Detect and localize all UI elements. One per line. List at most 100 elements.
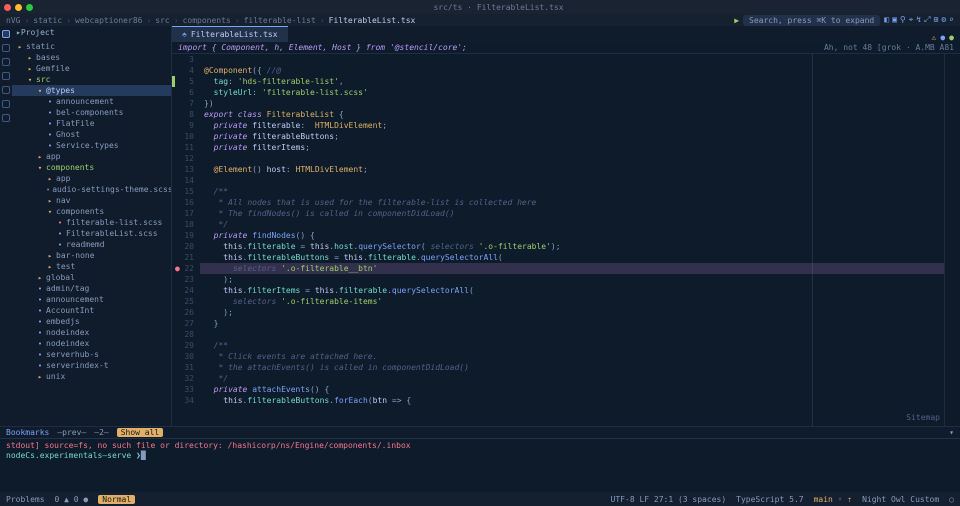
tree-item[interactable]: ▸global [12,272,171,283]
tree-item[interactable]: •filterable-list.scss [12,217,171,228]
crumb[interactable]: components [183,16,231,25]
tree-item[interactable]: •audio-settings-theme.scss [12,184,171,195]
code-line[interactable]: private filterItems; [200,142,944,153]
terminal[interactable]: stdout] source=fs, no such file or direc… [0,438,960,478]
tool-icon[interactable]: ⚲ [900,15,906,25]
code-line[interactable]: ); [200,307,944,318]
bookmark-prev[interactable]: —prev— [57,428,86,437]
code-line[interactable]: */ [200,373,944,384]
code-line[interactable]: * All nodes that is used for the filtera… [200,197,944,208]
code-line[interactable]: @Element() host: HTMLDivElement; [200,164,944,175]
tree-item[interactable]: •serverhub-s [12,349,171,360]
tree-item[interactable]: ▾components [12,206,171,217]
activity-git-icon[interactable] [2,58,10,66]
tree-item[interactable]: •announcement [12,294,171,305]
code-line[interactable] [200,153,944,164]
crumb[interactable]: nVG [6,16,20,25]
tool-icon[interactable]: ⤢ [924,15,930,25]
crumb[interactable]: static [33,16,62,25]
status-lang[interactable]: TypeScript 5.7 [736,495,803,504]
tree-item[interactable]: ▾@types [12,85,171,96]
tree-item[interactable]: •Ghost [12,129,171,140]
search-input[interactable]: Search, press ⌘K to expand [743,15,880,26]
code-line[interactable]: */ [200,219,944,230]
status-mode[interactable]: Normal [98,495,135,504]
activity-db-icon[interactable] [2,114,10,122]
code-line[interactable]: * the attachEvents() is called in compon… [200,362,944,373]
activity-folder-icon[interactable] [2,30,10,38]
activity-debug-icon[interactable] [2,72,10,80]
minimap[interactable] [944,54,960,426]
tree-item[interactable]: ▸bases [12,52,171,63]
code-line[interactable]: selectors '.o-filterable__btn' [200,263,944,274]
activity-ext-icon[interactable] [2,86,10,94]
tool-icon[interactable]: ▣ [892,15,897,25]
tree-item[interactable]: •Service.types [12,140,171,151]
code-line[interactable]: * Click events are attached here. [200,351,944,362]
maximize-icon[interactable] [26,4,33,11]
tree-item[interactable]: ▸app [12,173,171,184]
code-line[interactable]: this.filterable = this.host.querySelecto… [200,241,944,252]
minimize-icon[interactable] [15,4,22,11]
code-line[interactable] [200,329,944,340]
tree-item[interactable]: ▸nav [12,195,171,206]
collapse-icon[interactable]: ▾ [949,428,954,437]
tree-item[interactable]: ▸static [12,41,171,52]
code-line[interactable]: private attachEvents() { [200,384,944,395]
sidebar-header[interactable]: ▸ Project [12,26,171,39]
code-line[interactable]: * The findNodes() is called in component… [200,208,944,219]
tab-active[interactable]: ⬘ FilterableList.tsx [172,26,288,42]
code-line[interactable]: } [200,318,944,329]
code-line[interactable]: tag: 'hds-filterable-list', [200,76,944,87]
status-problems[interactable]: Problems [6,495,45,504]
crumb[interactable]: webcaptioner86 [75,16,142,25]
tree-item[interactable]: ▸Gemfile [12,63,171,74]
code-line[interactable]: selectors '.o-filterable-items' [200,296,944,307]
tree-item[interactable]: •admin/tag [12,283,171,294]
code-line[interactable] [200,175,944,186]
bookmark-showall[interactable]: Show all [117,428,164,437]
status-encoding[interactable]: UTF-8 LF 27:1 (3 spaces) [611,495,727,504]
status-sync-icon[interactable]: ○ [949,495,954,504]
tree-item[interactable]: •readmemd [12,239,171,250]
status-branch[interactable]: main ◦ ⇡ [814,495,853,504]
tree-item[interactable]: •FlatFile [12,118,171,129]
tree-item[interactable]: •FilterableList.scss [12,228,171,239]
tree-item[interactable]: ▸app [12,151,171,162]
code-line[interactable]: /** [200,340,944,351]
tree-item[interactable]: •nodeindex [12,327,171,338]
status-theme[interactable]: Night Owl Custom [862,495,939,504]
tree-item[interactable]: ▸test [12,261,171,272]
code-line[interactable]: /** [200,186,944,197]
tool-icon[interactable]: ⚙ [941,15,946,25]
close-icon[interactable] [4,4,11,11]
code-line[interactable]: private findNodes() { [200,230,944,241]
code-area[interactable]: @Component({ //@ tag: 'hds-filterable-li… [200,54,944,426]
tree-item[interactable]: •bel-components [12,107,171,118]
tool-icon[interactable]: ◧ [884,15,889,25]
tree-item[interactable]: •nodeindex [12,338,171,349]
tree-item[interactable]: ▸bar-none [12,250,171,261]
search-icon[interactable]: ⌕ [949,15,954,25]
code-line[interactable]: styleUrl: 'filterable-list.scss' [200,87,944,98]
crumb[interactable]: src [155,16,169,25]
tool-icon[interactable]: ↯ [916,15,921,25]
run-icon[interactable]: ▶ [734,16,739,25]
code-line[interactable]: this.filterableButtons = this.filterable… [200,252,944,263]
crumb[interactable]: filterable-list [244,16,316,25]
tree-item[interactable]: •announcement [12,96,171,107]
code-line[interactable]: }) [200,98,944,109]
tree-item[interactable]: •serverindex-t [12,360,171,371]
tool-icon[interactable]: ⊞ [934,15,939,25]
activity-search-icon[interactable] [2,44,10,52]
crumb[interactable]: FilterableList.tsx [329,16,416,25]
activity-test-icon[interactable] [2,100,10,108]
tool-icon[interactable]: ⌖ [909,15,914,25]
tree-item[interactable]: ▾src [12,74,171,85]
code-line[interactable]: this.filterableButtons.forEach(btn => { [200,395,944,406]
code-line[interactable]: export class FilterableList { [200,109,944,120]
tree-item[interactable]: •AccountInt [12,305,171,316]
code-line[interactable] [200,54,944,65]
code-line[interactable]: private filterable: HTMLDivElement; [200,120,944,131]
code-line[interactable]: private filterableButtons; [200,131,944,142]
